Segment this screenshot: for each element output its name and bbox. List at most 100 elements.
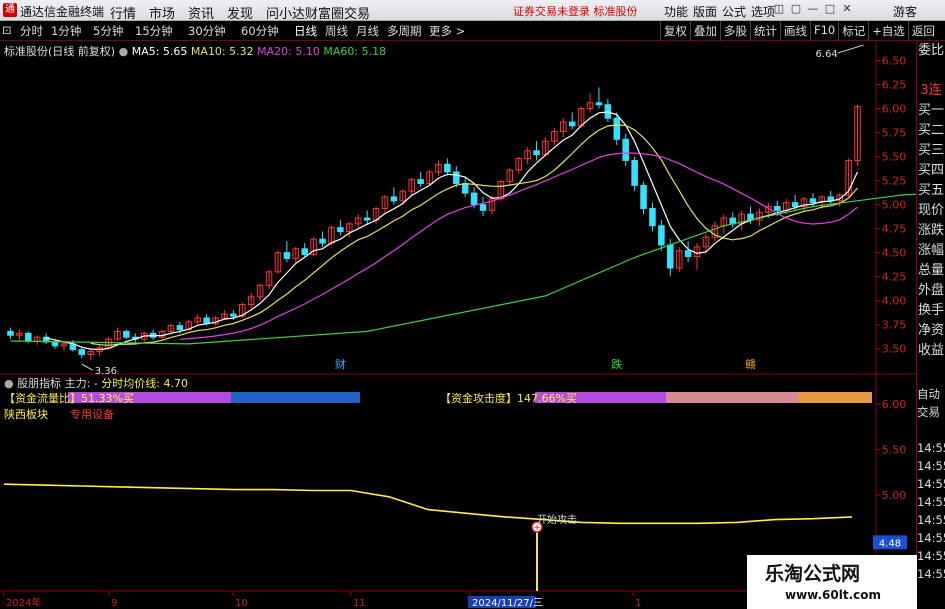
trade-item-0[interactable]: 自动 bbox=[917, 385, 945, 403]
flow-ratio-label: 【资金流量比】51.33%买 bbox=[4, 391, 134, 405]
quote-strip: 委比 3连 买一 买二 买三 买四 买五 现价 涨跌 涨幅 总量 外盘 换手 净资 收益 bbox=[916, 41, 945, 385]
avg-price-line bbox=[3, 483, 853, 525]
candle-body bbox=[461, 182, 469, 194]
candle-body bbox=[123, 330, 130, 338]
close-icon[interactable]: ✕ bbox=[840, 2, 854, 17]
toolbar-8[interactable]: 返回 bbox=[907, 21, 938, 41]
menu-6[interactable]: 交易 bbox=[344, 3, 383, 22]
trade-strip: 自动交易 14:55 14:55 14:55 14:55 14:55 14:55 14:55 1… bbox=[916, 385, 945, 609]
y-tick-label: 5.50 bbox=[882, 151, 907, 164]
tab-period-2[interactable]: 5分钟 bbox=[93, 23, 123, 39]
candle-body bbox=[25, 332, 32, 342]
tab-period-1[interactable]: 1分钟 bbox=[51, 23, 81, 39]
candle-body bbox=[568, 121, 576, 127]
skin-icon[interactable]: ◫ bbox=[772, 2, 786, 17]
right-menu-2[interactable]: 公式 bbox=[722, 3, 751, 20]
candle-body bbox=[78, 349, 86, 355]
strip-item-7: 买五 bbox=[917, 183, 944, 198]
sector-label: 陕西板块 bbox=[4, 407, 48, 421]
tab-period-0[interactable]: 分时 bbox=[20, 23, 43, 39]
toolbar-1[interactable]: 叠加 bbox=[690, 21, 720, 41]
toolbar-0[interactable]: 复权 bbox=[660, 21, 690, 41]
title-bar: 通 通达信金融终端 行情 市场 资讯 发现 问小达 财富圈 交易 证券交易未登录 标准股份 … bbox=[0, 0, 945, 22]
candle-body bbox=[640, 184, 647, 209]
candle-body bbox=[230, 313, 237, 317]
strip-item-12: 外盘 bbox=[917, 283, 944, 298]
trade-item-1[interactable]: 交易 bbox=[917, 403, 945, 421]
menu-4[interactable]: 问小达 bbox=[266, 3, 305, 22]
y-tick-label: 5.00 bbox=[882, 199, 907, 212]
tab-period-7[interactable]: 周线 bbox=[325, 23, 348, 39]
ma20-label: MA20: 5.10 bbox=[257, 45, 320, 58]
strip-item-3: 买一 bbox=[917, 103, 944, 118]
tab-period-3[interactable]: 15分钟 bbox=[135, 23, 173, 39]
ma20-line bbox=[179, 152, 858, 340]
menu-2[interactable]: 资讯 bbox=[188, 3, 227, 22]
strip-item-14: 净资 bbox=[917, 323, 944, 338]
candle-body bbox=[337, 227, 344, 233]
y-tick-label: 3.75 bbox=[882, 319, 907, 332]
toolbar-6[interactable]: 标记 bbox=[838, 21, 868, 41]
candle-body bbox=[301, 248, 308, 256]
tab-period-5[interactable]: 60分钟 bbox=[241, 23, 279, 39]
trade-item-6: 14:55 bbox=[917, 495, 945, 509]
right-menu-1[interactable]: 版面 bbox=[693, 3, 722, 20]
strip-item-15: 收益 bbox=[917, 343, 944, 358]
trade-item-7: 14:55 bbox=[917, 513, 945, 527]
watermark-url: www.60lt.com bbox=[785, 588, 882, 602]
guest-login[interactable]: 游客 bbox=[893, 3, 917, 20]
tab-period-9[interactable]: 多周期 bbox=[387, 23, 422, 39]
menu-0[interactable]: 行情 bbox=[110, 3, 149, 22]
ma60-label: MA60: 5.18 bbox=[323, 45, 387, 58]
ma5-line bbox=[45, 111, 859, 351]
attack-bar-mid bbox=[666, 392, 798, 403]
sub-title[interactable]: 股朋指标 bbox=[17, 377, 61, 390]
toolbar-3[interactable]: 统计 bbox=[750, 21, 780, 41]
watermark-title: 乐淘公式网 bbox=[765, 563, 861, 585]
maximize-icon[interactable]: □ bbox=[823, 2, 837, 17]
y-tick-label: 4.75 bbox=[882, 223, 907, 236]
minimize-icon[interactable]: — bbox=[806, 2, 820, 17]
sub-avg-label: 分时均价线: 4.70 bbox=[101, 377, 188, 390]
tab-period-10[interactable]: 更多 > bbox=[429, 23, 465, 39]
y-tick-label: 6.00 bbox=[882, 103, 907, 116]
event-marker[interactable]: 跌 bbox=[611, 357, 622, 371]
candle-body bbox=[363, 217, 371, 221]
high-arrow bbox=[837, 44, 864, 54]
toolbar-5[interactable]: F10 bbox=[810, 21, 838, 41]
ma5-label: MA5: 5.65 bbox=[131, 45, 188, 58]
attack-bar-extra bbox=[798, 392, 872, 403]
candle-body bbox=[319, 238, 326, 244]
period-menu-icon[interactable]: ⊡ bbox=[2, 23, 12, 37]
y-tick-label: 4.00 bbox=[882, 295, 907, 308]
main-menu: 行情 市场 资讯 发现 问小达 财富圈 交易 bbox=[110, 3, 383, 22]
kline-chart[interactable]: 6.50 6.25 6.00 5.75 5.50 5.25 5.00 4.75 4.50 4.25… bbox=[0, 41, 916, 609]
strip-item-6: 买四 bbox=[917, 163, 944, 178]
toolbar-2[interactable]: 多股 bbox=[720, 21, 750, 41]
sub-main-label: 主力: - bbox=[64, 377, 98, 390]
x-tick-label: 10 bbox=[235, 598, 248, 609]
attack-start-label: 开始攻击 bbox=[537, 513, 577, 526]
toolbar-7[interactable]: +自选 bbox=[868, 21, 908, 41]
ma10-label: MA10: 5.32 bbox=[190, 45, 254, 58]
menu-3[interactable]: 发现 bbox=[227, 3, 266, 22]
tab-period-4[interactable]: 30分钟 bbox=[188, 23, 226, 39]
candle-body bbox=[684, 250, 692, 257]
trade-item-9: 14:55 bbox=[917, 549, 945, 563]
right-menu-0[interactable]: 功能 bbox=[664, 3, 693, 20]
x-tick-label: 11 bbox=[353, 598, 366, 609]
tab-period-6[interactable]: 日线 bbox=[294, 23, 317, 39]
strip-item-11: 总量 bbox=[917, 263, 944, 278]
tab-period-8[interactable]: 月线 bbox=[356, 23, 379, 39]
candle-body bbox=[613, 117, 621, 140]
strip-item-5: 买三 bbox=[917, 143, 944, 158]
menu-5[interactable]: 财富圈 bbox=[305, 3, 344, 22]
event-marker[interactable]: 财 bbox=[335, 357, 346, 371]
toolbar-4[interactable]: 画线 bbox=[780, 21, 810, 41]
event-marker[interactable]: 赣 bbox=[745, 357, 756, 371]
chart-toolbar: 复权 叠加 多股 统计 画线 F10 标记 +自选 返回 bbox=[660, 21, 938, 41]
trade-item-4: 14:55 bbox=[917, 459, 945, 473]
lock-icon[interactable]: ▢ bbox=[789, 2, 803, 17]
login-warning[interactable]: 证券交易未登录 标准股份 bbox=[513, 3, 638, 19]
menu-1[interactable]: 市场 bbox=[149, 3, 188, 22]
